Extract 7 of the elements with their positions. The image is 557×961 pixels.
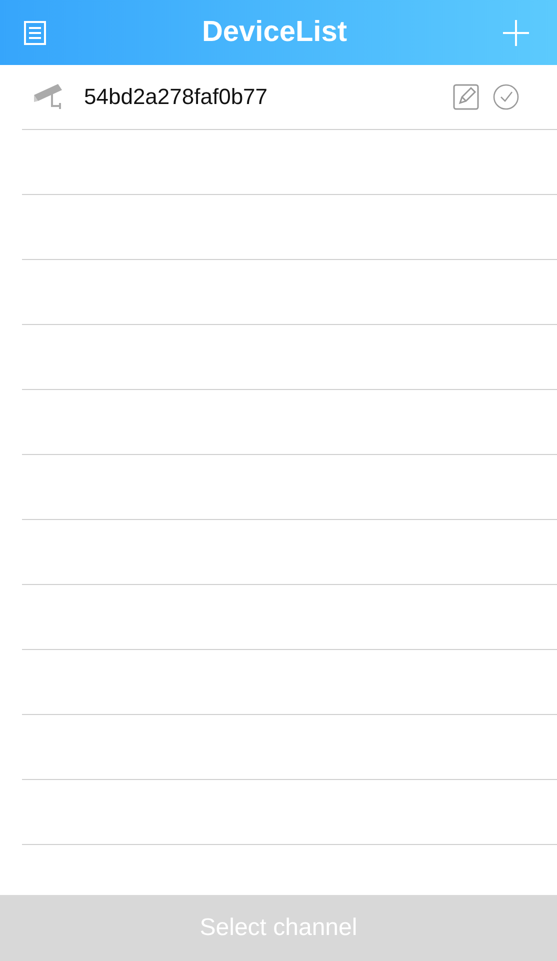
menu-icon[interactable]: [24, 20, 46, 44]
camera-icon: [32, 82, 64, 112]
add-icon[interactable]: [503, 20, 529, 46]
check-circle-icon[interactable]: [493, 84, 519, 110]
edit-icon[interactable]: [453, 84, 479, 110]
device-name: 54bd2a278faf0b77: [83, 84, 269, 110]
page-title: DeviceList: [200, 16, 348, 49]
